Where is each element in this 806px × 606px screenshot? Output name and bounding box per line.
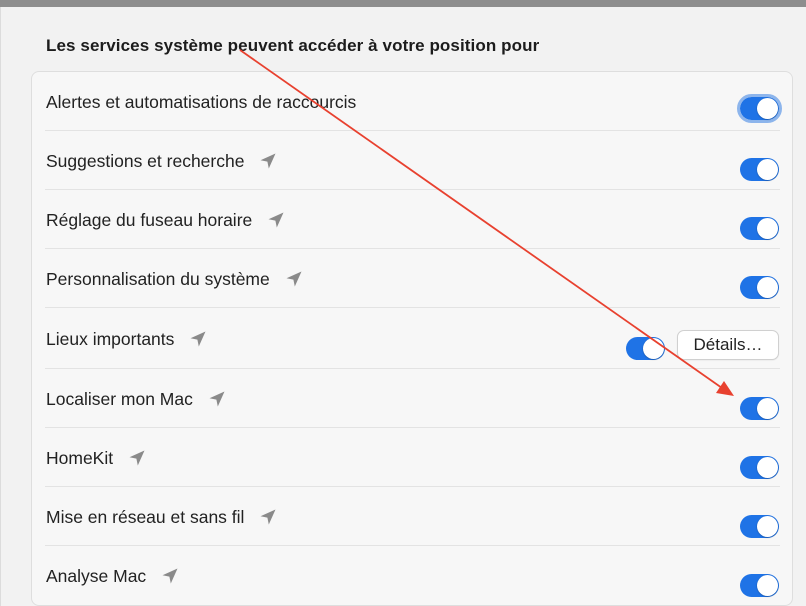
- toggle-knob: [757, 277, 778, 298]
- service-label-text: Personnalisation du système: [46, 269, 270, 289]
- service-row-significant-locations: Lieux importants Détails…: [32, 308, 792, 369]
- service-label: Alertes et automatisations de raccourcis: [46, 92, 356, 113]
- service-label-text: Réglage du fuseau horaire: [46, 210, 253, 230]
- location-arrow-icon: [286, 271, 302, 286]
- service-label: Localiser mon Mac: [46, 389, 226, 410]
- service-label-text: Alertes et automatisations de raccourcis: [46, 92, 357, 112]
- service-label: Analyse Mac: [46, 566, 179, 587]
- service-row-shortcuts: Alertes et automatisations de raccourcis: [32, 72, 792, 131]
- section-heading: Les services système peuvent accéder à v…: [46, 36, 540, 55]
- service-row-mac-analytics: Analyse Mac: [32, 546, 792, 605]
- toggle-significant-locations[interactable]: [626, 337, 665, 360]
- location-arrow-icon: [190, 331, 206, 346]
- service-row-personalization: Personnalisation du système: [32, 249, 792, 308]
- service-row-timezone: Réglage du fuseau horaire: [32, 190, 792, 249]
- service-label-text: Mise en réseau et sans fil: [46, 507, 245, 527]
- toggle-personalization[interactable]: [740, 276, 779, 299]
- service-label: Mise en réseau et sans fil: [46, 507, 277, 528]
- service-row-find-my-mac: Localiser mon Mac: [32, 369, 792, 428]
- service-label: HomeKit: [46, 448, 146, 469]
- service-row-suggestions: Suggestions et recherche: [32, 131, 792, 190]
- toggle-knob: [757, 575, 778, 596]
- settings-window: Les services système peuvent accéder à v…: [0, 7, 806, 606]
- service-label: Suggestions et recherche: [46, 151, 277, 172]
- toggle-mac-analytics[interactable]: [740, 574, 779, 597]
- toggle-shortcuts[interactable]: [737, 94, 782, 123]
- location-arrow-icon: [260, 509, 276, 524]
- toggle-networking[interactable]: [740, 515, 779, 538]
- toggle-knob: [643, 338, 664, 359]
- service-row-networking: Mise en réseau et sans fil: [32, 487, 792, 546]
- service-label-text: Suggestions et recherche: [46, 151, 245, 171]
- service-label-text: Lieux importants: [46, 329, 175, 349]
- location-arrow-icon: [162, 568, 178, 583]
- toggle-knob: [757, 159, 778, 180]
- toggle-knob: [757, 218, 778, 239]
- toggle-timezone[interactable]: [740, 217, 779, 240]
- toggle-knob: [757, 398, 778, 419]
- service-row-homekit: HomeKit: [32, 428, 792, 487]
- location-arrow-icon: [209, 391, 225, 406]
- services-list: Alertes et automatisations de raccourcis…: [31, 71, 793, 606]
- service-label-text: Localiser mon Mac: [46, 389, 193, 409]
- location-arrow-icon: [129, 450, 145, 465]
- location-arrow-icon: [268, 212, 284, 227]
- toggle-find-my-mac[interactable]: [740, 397, 779, 420]
- service-label: Personnalisation du système: [46, 269, 303, 290]
- service-label: Lieux importants: [46, 329, 207, 350]
- toggle-suggestions[interactable]: [740, 158, 779, 181]
- toggle-homekit[interactable]: [740, 456, 779, 479]
- service-label-text: Analyse Mac: [46, 566, 147, 586]
- service-label-text: HomeKit: [46, 448, 114, 468]
- location-arrow-icon: [260, 153, 276, 168]
- toggle-knob: [757, 457, 778, 478]
- toggle-knob: [757, 516, 778, 537]
- service-label: Réglage du fuseau horaire: [46, 210, 285, 231]
- details-button[interactable]: Détails…: [677, 330, 779, 360]
- toggle-knob: [757, 98, 778, 119]
